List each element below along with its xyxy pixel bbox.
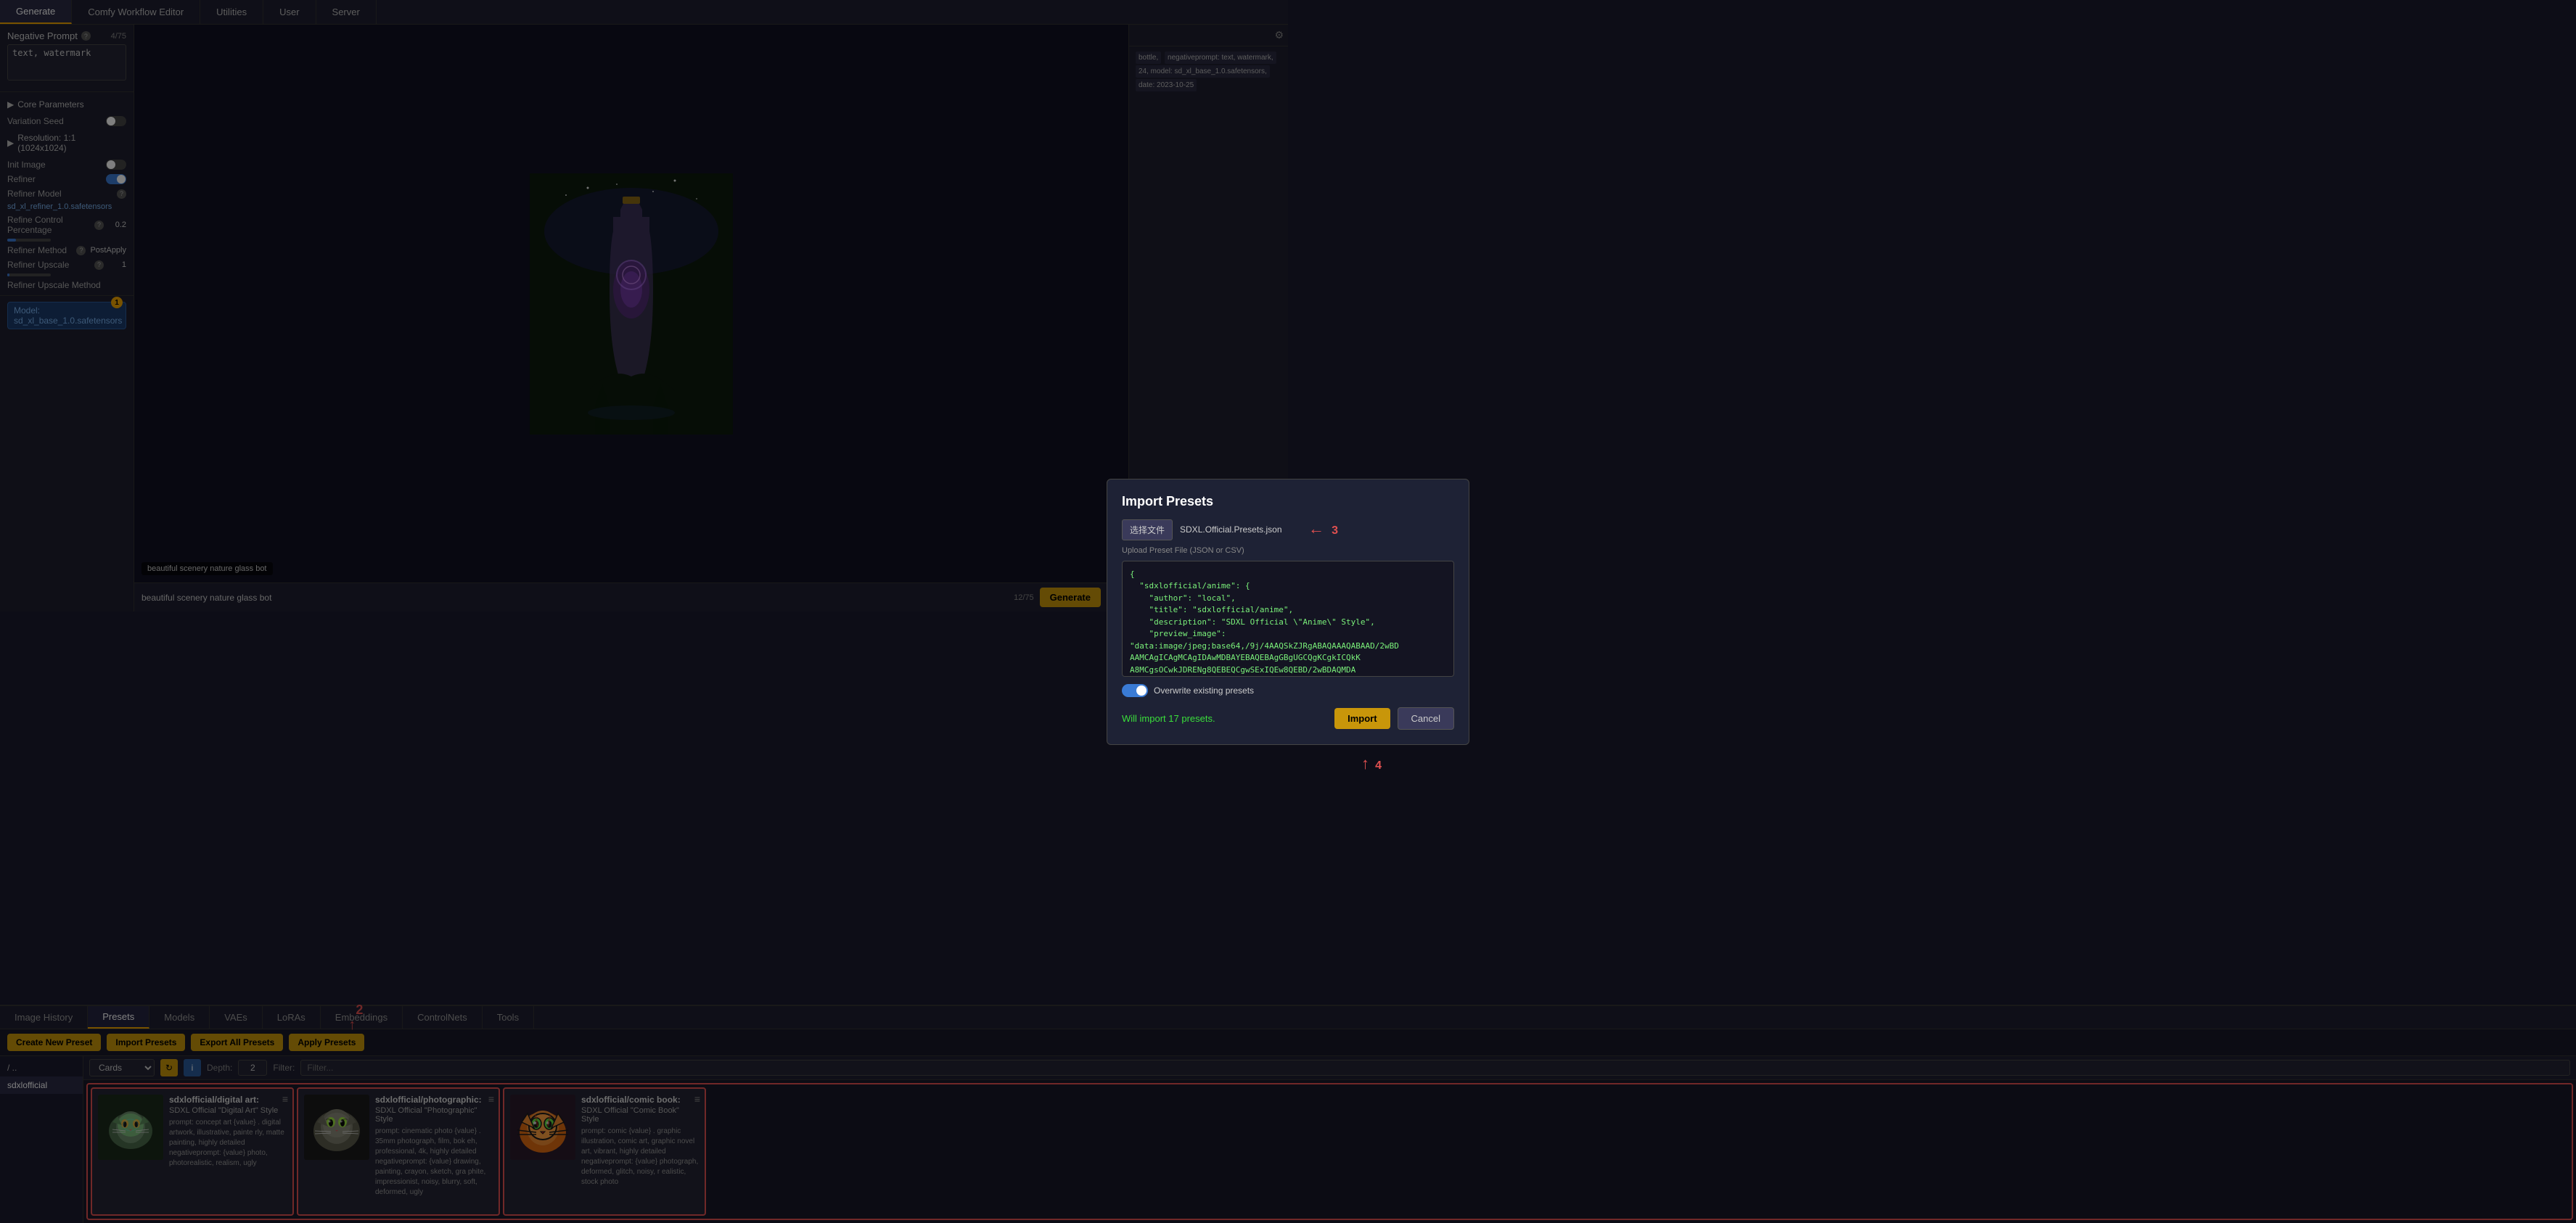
choose-file-button[interactable]: 选择文件 <box>1122 519 1173 540</box>
overwrite-toggle[interactable] <box>1122 684 1148 697</box>
import-button[interactable]: Import <box>1334 708 1390 729</box>
import-presets-modal: Import Presets ← 3 选择文件 SDXL.Official.Pr… <box>1107 479 1469 745</box>
cancel-button[interactable]: Cancel <box>1398 707 1454 730</box>
modal-title: Import Presets <box>1122 494 1454 509</box>
annotation-num-4: 4 <box>1375 759 1382 772</box>
file-name-display: SDXL.Official.Presets.json <box>1180 524 1282 535</box>
modal-footer: Will import 17 presets. Import Cancel <box>1122 707 1454 730</box>
overwrite-row: Overwrite existing presets <box>1122 684 1454 697</box>
json-preview-area[interactable]: { "sdxlofficial/anime": { "author": "loc… <box>1122 561 1454 677</box>
overwrite-label: Overwrite existing presets <box>1154 685 1254 696</box>
annotation-arrow-4: ↑ <box>1361 754 1369 773</box>
import-count-text: Will import 17 presets. <box>1122 713 1327 724</box>
upload-label: Upload Preset File (JSON or CSV) <box>1122 546 1454 555</box>
modal-overlay[interactable]: Import Presets ← 3 选择文件 SDXL.Official.Pr… <box>0 0 2576 1223</box>
file-upload-row: 选择文件 SDXL.Official.Presets.json <box>1122 519 1454 540</box>
